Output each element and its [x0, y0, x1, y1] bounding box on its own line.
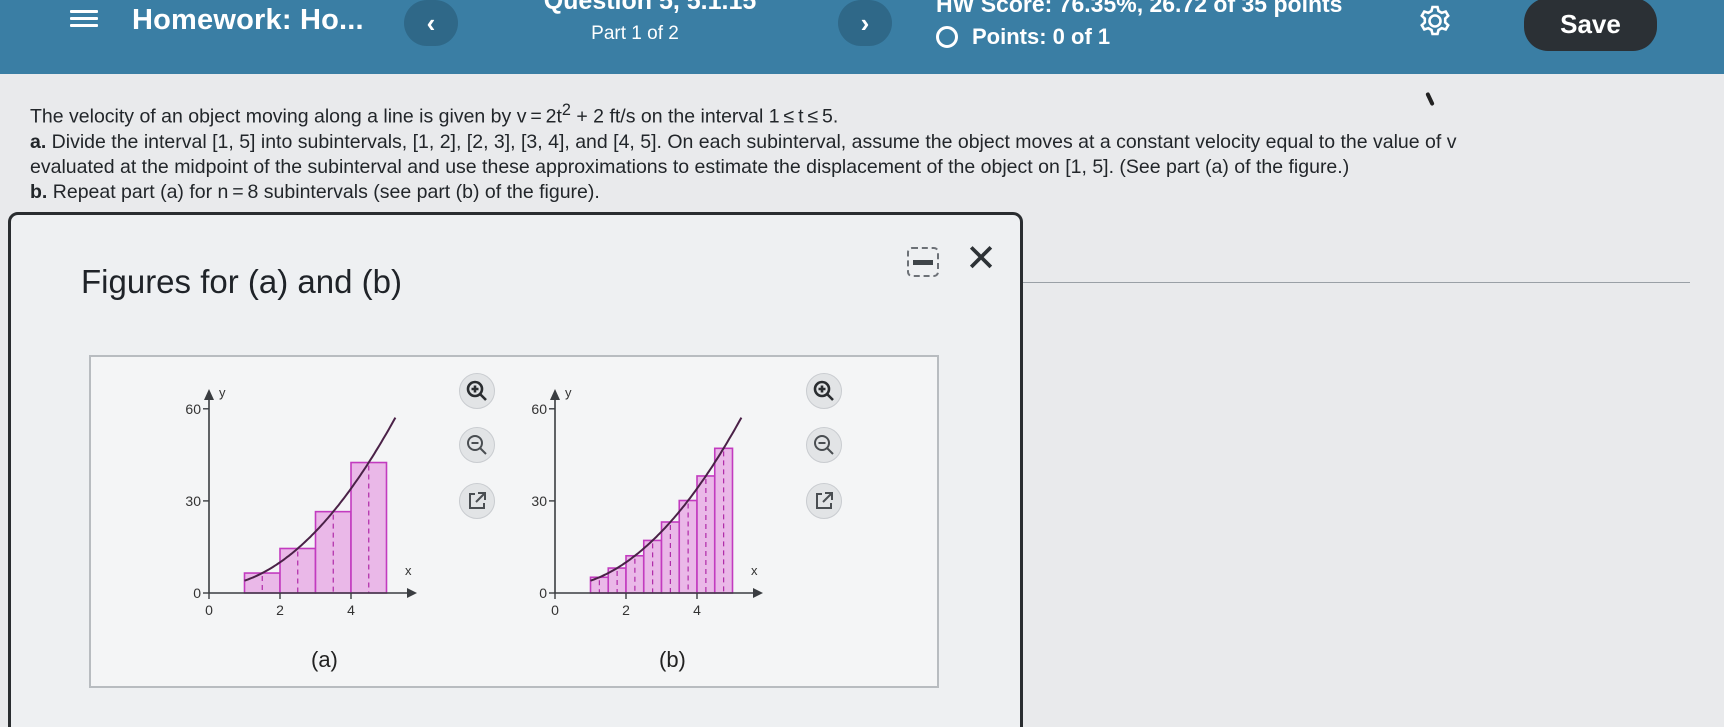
gear-icon[interactable] — [1418, 4, 1452, 38]
x-tick-label: 4 — [347, 602, 355, 618]
y-tick-label: 0 — [539, 585, 547, 601]
minimize-icon — [913, 259, 933, 265]
intro-text: The velocity of an object moving along a… — [30, 105, 562, 128]
x-axis-label: x — [751, 563, 758, 578]
zoom-out-icon — [814, 435, 834, 455]
part-a-line-1: Divide the interval [1, 5] into subinter… — [46, 130, 1457, 153]
menu-icon[interactable] — [70, 6, 98, 30]
part-a-continuation: evaluated at the midpoint of the subinte… — [30, 155, 1350, 178]
intro-text-end: + 2 ft/s on the interval 1 ≤ t ≤ 5. — [570, 105, 839, 128]
figure-label-b: (b) — [659, 647, 686, 672]
minimize-button[interactable] — [907, 247, 939, 277]
y-axis-arrow — [550, 389, 560, 400]
question-title: Question 5, 5.1.15 — [543, 0, 757, 15]
zoom-in-icon — [813, 380, 834, 401]
zoom-in-icon — [466, 380, 487, 401]
open-external-button-b[interactable] — [806, 483, 842, 519]
open-external-button-a[interactable] — [459, 483, 495, 519]
points-status: Points: 0 of 1 — [936, 24, 1110, 50]
zoom-out-button-a[interactable] — [459, 427, 495, 463]
chevron-left-icon: ‹ — [426, 7, 436, 38]
previous-question-button[interactable]: ‹ — [404, 0, 458, 46]
part-b-label: b. — [30, 180, 48, 203]
graph-b: 0 30 60 0 2 4 x y — [531, 385, 763, 618]
x-axis-arrow — [753, 588, 763, 598]
x-tick-label: 0 — [551, 602, 559, 618]
hw-score: HW Score: 76.35%, 26.72 of 35 points — [936, 0, 1343, 17]
x-axis-label: x — [405, 563, 412, 578]
part-a-text: a. Divide the interval [1, 5] into subin… — [30, 130, 1690, 155]
next-question-button[interactable]: › — [838, 0, 892, 46]
question-part: Part 1 of 2 — [591, 23, 679, 44]
question-text: The velocity of an object moving along a… — [30, 98, 1690, 205]
intro-exponent: 2 — [561, 101, 571, 119]
chevron-right-icon: › — [860, 7, 870, 38]
x-tick-label: 4 — [693, 602, 701, 618]
y-axis-arrow — [204, 389, 214, 400]
top-bar: Homework: Ho... ‹ Question 5, 5.1.15 Par… — [0, 0, 1724, 74]
y-axis-label: y — [565, 385, 572, 400]
figure-frame: 0 30 60 0 2 4 x y 0 30 60 0 2 4 x y (a) (b) — [89, 355, 939, 688]
graph-a: 0 30 60 0 2 4 x y — [185, 385, 417, 618]
x-tick-label: 0 — [205, 602, 213, 618]
external-link-icon — [816, 492, 833, 509]
y-axis-label: y — [219, 385, 226, 400]
zoom-in-button-a[interactable] — [459, 373, 495, 409]
zoom-out-icon — [467, 435, 487, 455]
y-tick-label: 0 — [193, 585, 201, 601]
zoom-in-button-b[interactable] — [806, 373, 842, 409]
question-intro: The velocity of an object moving along a… — [30, 98, 1690, 130]
close-button[interactable]: ✕ — [963, 239, 999, 279]
save-button[interactable]: Save — [1524, 0, 1657, 51]
divider — [1020, 282, 1690, 283]
figure-popup: Figures for (a) and (b) ✕ 0 30 60 0 2 4 x y 0 30… — [8, 212, 1023, 727]
figure-title: Figures for (a) and (b) — [81, 263, 402, 300]
external-link-icon — [469, 492, 486, 509]
y-tick-label: 60 — [531, 401, 547, 417]
y-tick-label: 60 — [185, 401, 201, 417]
x-tick-label: 2 — [276, 602, 284, 618]
part-b-line: Repeat part (a) for n = 8 subintervals (… — [47, 180, 600, 203]
part-b-text: b. Repeat part (a) for n = 8 subinterval… — [30, 180, 1690, 205]
progress-circle-icon — [936, 26, 958, 48]
points-text: Points: 0 of 1 — [972, 24, 1111, 49]
y-tick-label: 30 — [531, 493, 547, 509]
x-tick-label: 2 — [622, 602, 630, 618]
y-tick-label: 30 — [185, 493, 201, 509]
figure-label-a: (a) — [311, 647, 338, 672]
part-a-label: a. — [30, 130, 47, 153]
x-axis-arrow — [407, 588, 417, 598]
homework-title: Homework: Ho... — [132, 4, 364, 36]
zoom-out-button-b[interactable] — [806, 427, 842, 463]
